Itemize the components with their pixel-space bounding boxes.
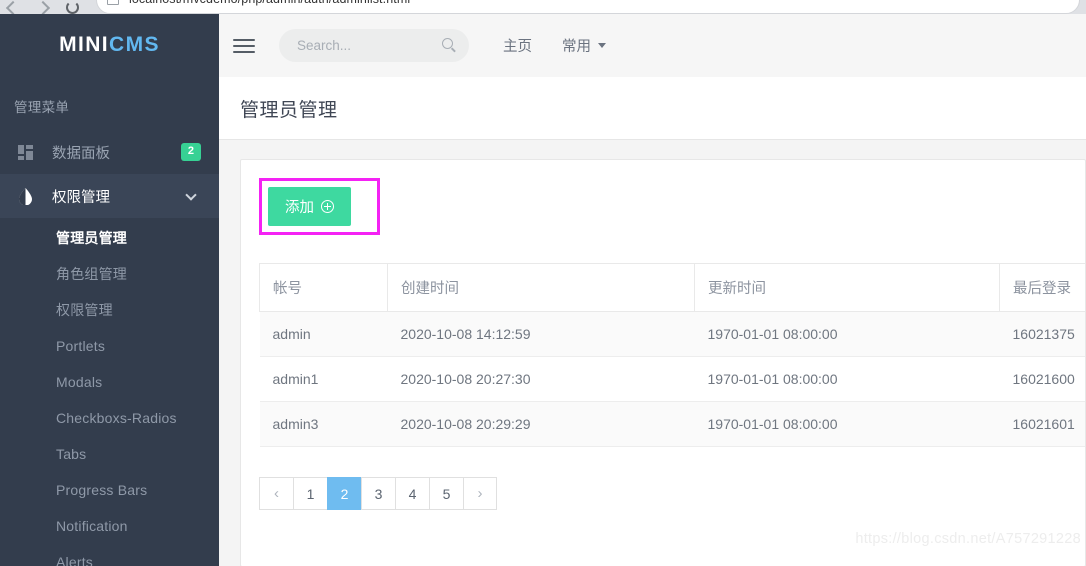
pagination-page-5[interactable]: 5 [429, 477, 463, 510]
pagination: ‹ 1 2 3 4 5 › [259, 477, 1067, 510]
add-button[interactable]: 添加 [268, 187, 351, 226]
pagination-prev[interactable]: ‹ [259, 477, 293, 510]
topbar: 主页 常用 [219, 14, 1086, 77]
admin-table-head: 帐号 创建时间 更新时间 最后登录 [259, 263, 1085, 312]
browser-forward-icon[interactable] [35, 0, 51, 14]
page-header: 管理员管理 [219, 77, 1086, 140]
column-header-updated[interactable]: 更新时间 [694, 263, 1000, 312]
content-area: 添加 帐号 创建时间 更新时间 最后登录 admin 2020-10-08 14… [219, 140, 1086, 566]
sidebar: MINI CMS 管理菜单 数据面板 2 权限管理 管理员管理 角色组管理 权限… [0, 14, 219, 566]
sidebar-subitem-checkboxs-radios[interactable]: Checkboxs-Radios [0, 400, 219, 436]
sidebar-subitem-label: 管理员管理 [56, 230, 127, 246]
pagination-page-2[interactable]: 2 [327, 477, 361, 510]
sidebar-subitem-label: 权限管理 [56, 302, 113, 318]
sidebar-subitem-role-group[interactable]: 角色组管理 [0, 256, 219, 292]
table-header-row: 帐号 创建时间 更新时间 最后登录 [259, 263, 1085, 312]
cell-updated: 1970-01-01 08:00:00 [694, 311, 1000, 357]
sidebar-subitem-label: Modals [56, 374, 103, 390]
cell-updated: 1970-01-01 08:00:00 [694, 356, 1000, 402]
sidebar-subitem-label: Progress Bars [56, 482, 148, 498]
pagination-page-4[interactable]: 4 [395, 477, 429, 510]
plus-circle-icon [321, 200, 334, 213]
sidebar-subitem-label: Tabs [56, 446, 87, 462]
cell-account: admin [259, 311, 388, 357]
chevron-down-icon [185, 188, 197, 201]
tint-icon [18, 187, 40, 205]
sidebar-subitem-label: Alerts [56, 554, 93, 566]
column-header-created[interactable]: 创建时间 [387, 263, 695, 312]
sidebar-subitem-label: Checkboxs-Radios [56, 410, 177, 426]
search-icon[interactable] [442, 38, 453, 49]
pagination-next[interactable]: › [463, 477, 497, 510]
table-row[interactable]: admin 2020-10-08 14:12:59 1970-01-01 08:… [259, 311, 1085, 357]
sidebar-subitem-label: Notification [56, 518, 128, 534]
sidebar-item-permission-label: 权限管理 [52, 189, 110, 206]
topnav-item-home-label: 主页 [503, 39, 532, 55]
browser-url-text: localhost/mvcdemo/php/admin/auth/adminli… [129, 0, 410, 6]
pagination-page-3[interactable]: 3 [361, 477, 395, 510]
sidebar-subitem-label: 角色组管理 [56, 266, 127, 282]
sidebar-subitem-modals[interactable]: Modals [0, 364, 219, 400]
sidebar-subitem-permission[interactable]: 权限管理 [0, 292, 219, 328]
browser-back-icon[interactable] [5, 0, 21, 14]
sidebar-subitem-alerts[interactable]: Alerts [0, 544, 219, 566]
search-input[interactable] [279, 38, 429, 53]
sidebar-subitem-tabs[interactable]: Tabs [0, 436, 219, 472]
app-root: localhost/mvcdemo/php/admin/auth/adminli… [0, 0, 1086, 566]
cell-account: admin3 [259, 401, 388, 447]
browser-url-bar[interactable]: localhost/mvcdemo/php/admin/auth/adminli… [96, 0, 1080, 14]
browser-chrome-strip: localhost/mvcdemo/php/admin/auth/adminli… [0, 0, 1086, 14]
admin-table-body: admin 2020-10-08 14:12:59 1970-01-01 08:… [259, 311, 1085, 447]
topnav-item-common[interactable]: 常用 [562, 35, 606, 56]
admin-table: 帐号 创建时间 更新时间 最后登录 admin 2020-10-08 14:12… [259, 263, 1085, 447]
sidebar-subitem-progress-bars[interactable]: Progress Bars [0, 472, 219, 508]
cell-last-login: 16021375 [999, 311, 1085, 357]
topnav: 主页 常用 [503, 35, 606, 56]
browser-reload-icon[interactable] [66, 1, 79, 14]
table-row[interactable]: admin1 2020-10-08 20:27:30 1970-01-01 08… [259, 356, 1085, 402]
sidebar-dashboard-badge: 2 [180, 143, 201, 161]
sidebar-section-title: 管理菜单 [14, 100, 70, 115]
dashboard-icon [18, 144, 40, 160]
sidebar-submenu: 管理员管理 角色组管理 权限管理 Portlets Modals Checkbo… [0, 218, 219, 566]
search-box[interactable] [279, 29, 469, 62]
cell-account: admin1 [259, 356, 388, 402]
sidebar-item-permission[interactable]: 权限管理 [0, 174, 219, 218]
add-button-highlight: 添加 [259, 178, 380, 235]
brand-logo-second: CMS [109, 33, 160, 56]
page-title: 管理员管理 [240, 98, 338, 121]
add-button-label: 添加 [285, 200, 314, 216]
caret-down-icon [598, 43, 606, 48]
admin-table-wrapper: 帐号 创建时间 更新时间 最后登录 admin 2020-10-08 14:12… [259, 263, 1085, 447]
column-header-account[interactable]: 帐号 [259, 263, 388, 312]
hamburger-icon[interactable] [233, 35, 255, 57]
sidebar-subitem-notification[interactable]: Notification [0, 508, 219, 544]
column-header-last-login[interactable]: 最后登录 [999, 263, 1085, 312]
main-region: 主页 常用 管理员管理 添加 [219, 14, 1086, 566]
cell-created: 2020-10-08 20:27:30 [387, 356, 695, 402]
cell-updated: 1970-01-01 08:00:00 [694, 401, 1000, 447]
pagination-page-1[interactable]: 1 [293, 477, 327, 510]
topnav-item-common-label: 常用 [562, 39, 591, 55]
sidebar-item-dashboard-label: 数据面板 [52, 145, 110, 162]
cell-last-login: 16021600 [999, 356, 1085, 402]
topnav-item-home[interactable]: 主页 [503, 35, 532, 56]
sidebar-subitem-portlets[interactable]: Portlets [0, 328, 219, 364]
sidebar-subitem-label: Portlets [56, 338, 106, 354]
table-row[interactable]: admin3 2020-10-08 20:29:29 1970-01-01 08… [259, 401, 1085, 447]
page-info-icon [107, 0, 119, 5]
content-card: 添加 帐号 创建时间 更新时间 最后登录 admin 2020-10-08 14… [240, 159, 1086, 566]
brand-logo-first: MINI [59, 33, 110, 56]
cell-created: 2020-10-08 20:29:29 [387, 401, 695, 447]
cell-last-login: 16021601 [999, 401, 1085, 447]
brand-logo[interactable]: MINI CMS [0, 14, 219, 76]
sidebar-item-dashboard[interactable]: 数据面板 2 [0, 130, 219, 174]
sidebar-subitem-admin-manage[interactable]: 管理员管理 [0, 220, 219, 256]
cell-created: 2020-10-08 14:12:59 [387, 311, 695, 357]
